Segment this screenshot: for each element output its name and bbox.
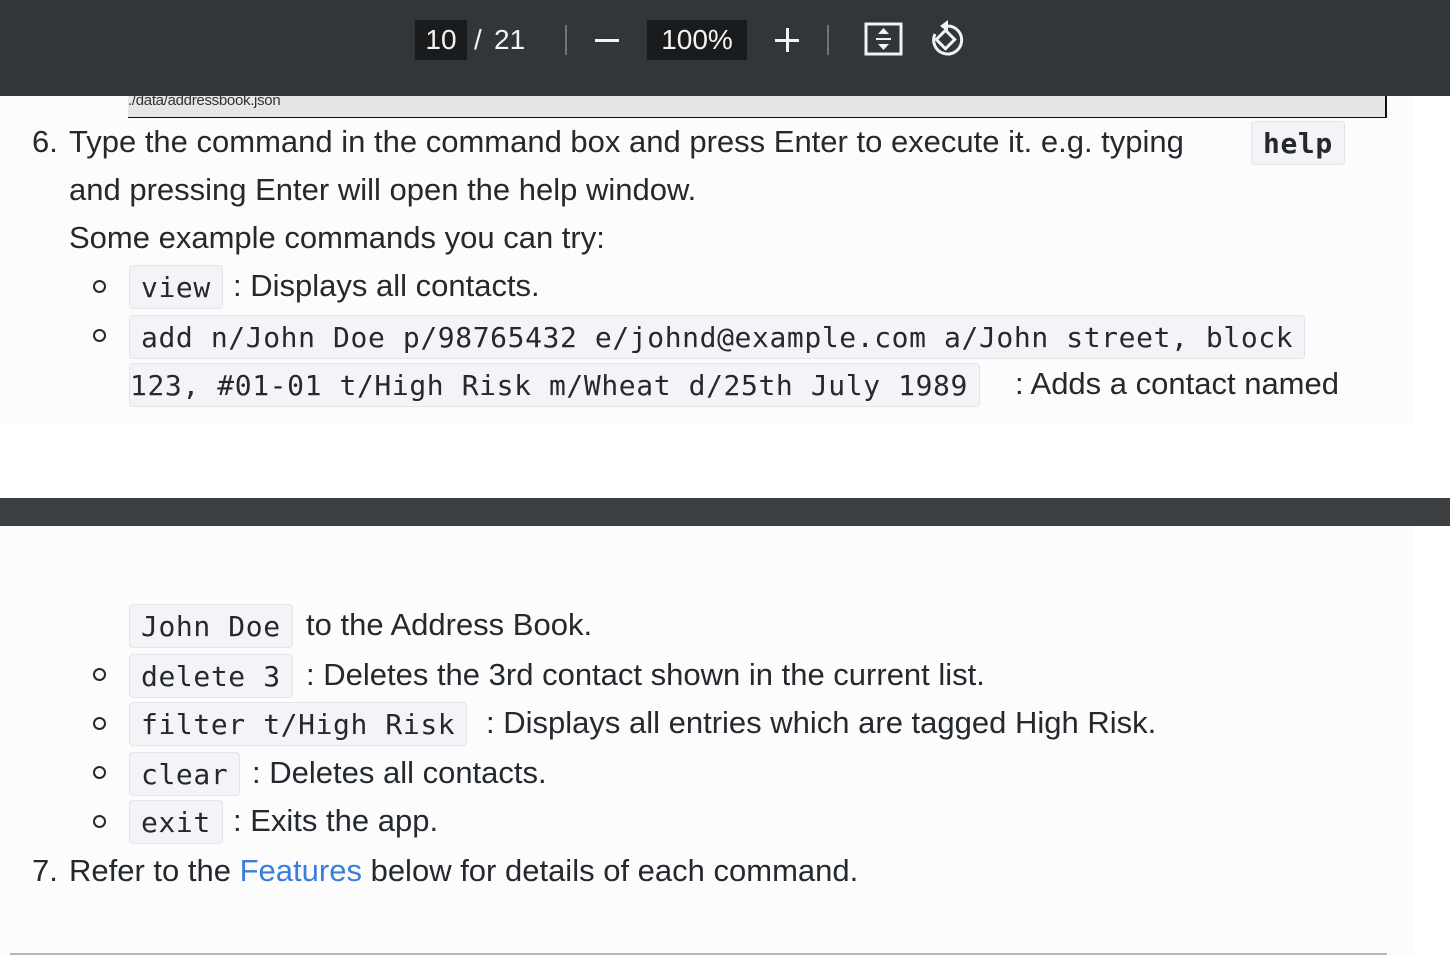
page-total: 21 [494, 24, 526, 55]
view-description: : Displays all contacts. [233, 268, 540, 303]
code-exit: exit [129, 800, 223, 844]
fit-to-page-button[interactable] [864, 21, 904, 59]
zoom-level-input[interactable]: 100% [647, 20, 747, 60]
code-add-line2: 123, #01-01 t/High Risk m/Wheat d/25th J… [129, 363, 980, 407]
add-description: : Adds a contact named [1015, 366, 1339, 401]
toolbar-divider [827, 25, 829, 55]
step-7-text: Refer to the Features below for details … [69, 851, 858, 891]
filter-description: : Displays all entries which are tagged … [486, 705, 1157, 740]
code-view: view [129, 265, 223, 309]
features-link[interactable]: Features [240, 853, 362, 888]
step-6-text-line2: and pressing Enter will open the help wi… [69, 172, 697, 207]
list-bullet [93, 815, 106, 828]
delete-description: : Deletes the 3rd contact shown in the c… [306, 657, 985, 692]
step-6-text-line3: Some example commands you can try: [69, 220, 605, 255]
add-description-line2: to the Address Book. [306, 607, 593, 642]
page-number-input[interactable]: 10 [415, 20, 467, 60]
zoom-out-button[interactable] [590, 18, 624, 62]
pdf-toolbar: 10 / 21 100% [0, 0, 1450, 96]
code-help: help [1251, 121, 1345, 165]
code-filter: filter t/High Risk [129, 702, 468, 746]
clear-description: : Deletes all contacts. [252, 755, 547, 790]
list-bullet [93, 717, 106, 730]
page-gap [0, 498, 1450, 526]
list-bullet [93, 329, 106, 342]
code-add-line1: add n/John Doe p/98765432 e/johnd@exampl… [129, 315, 1306, 359]
horizontal-rule [10, 953, 1387, 955]
step-7-number: 7. [32, 853, 58, 888]
code-delete: delete 3 [129, 654, 293, 698]
list-bullet [93, 766, 106, 779]
list-bullet [93, 668, 106, 681]
list-bullet [93, 280, 106, 293]
step-6-number: 6. [32, 124, 58, 159]
step-6-text: Type the command in the command box and … [69, 124, 1184, 159]
zoom-in-button[interactable] [770, 18, 804, 62]
exit-description: : Exits the app. [233, 803, 439, 838]
toolbar-divider [565, 25, 567, 55]
rotate-icon [932, 20, 964, 56]
code-john-doe: John Doe [129, 604, 293, 648]
code-block-strip [128, 96, 1387, 118]
fit-page-icon [864, 22, 903, 56]
step-7-before: Refer to the [69, 853, 231, 888]
step-7-after: below for details of each command. [370, 853, 859, 888]
code-clear: clear [129, 752, 241, 796]
rotate-button[interactable] [926, 18, 970, 62]
page-separator: / [474, 24, 482, 55]
